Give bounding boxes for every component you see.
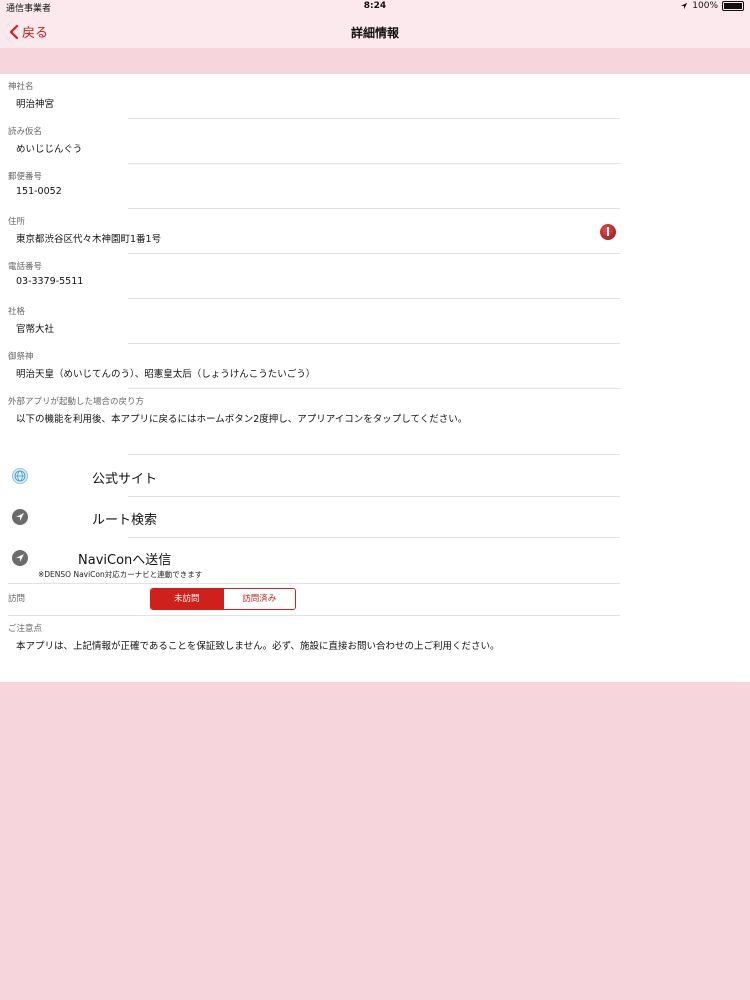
location-arrow-icon [681,2,688,10]
official-site-row[interactable]: 公式サイト [0,456,750,496]
battery-icon [722,1,744,11]
map-pin-icon[interactable] [600,224,616,240]
field-label: 電話番号 [8,262,43,272]
notice-label: ご注意点 [8,624,43,634]
field-label: 神社名 [8,82,34,92]
status-bar: 通信事業者 8:24 100% [0,0,750,14]
field-postal-code: 郵便番号 151-0052 [0,164,750,209]
field-phone: 電話番号 03-3379-5511 [0,254,750,299]
navicon-label: NaviConへ送信 [78,553,172,568]
notice-section: ご注意点 本アプリは、上記情報が正確であることを保証致しません。必ず、施設に直接… [0,616,750,676]
field-value: 以下の機能を利用後、本アプリに戻るにはホームボタン2度押し、アプリアイコンをタッ… [16,414,468,425]
field-label: 郵便番号 [8,172,43,182]
field-label: 読み仮名 [8,127,43,137]
field-value[interactable]: 03-3379-5511 [16,276,83,287]
field-shrine-name: 神社名 明治神宮 [0,74,750,119]
route-search-row[interactable]: ルート検索 [0,497,750,537]
field-value: 明治天皇（めいじてんのう）、昭憲皇太后（しょうけんこうたいごう） [16,369,316,380]
navigation-arrow-icon [12,509,28,525]
navigation-arrow-icon [12,550,28,566]
field-return-instructions: 外部アプリが起動した場合の戻り方 以下の機能を利用後、本アプリに戻るにはホームボ… [0,389,750,454]
field-value: 明治神宮 [16,99,55,110]
official-site-label: 公式サイト [92,472,158,487]
field-value: 151-0052 [16,186,62,197]
globe-icon [12,468,28,484]
field-label: 外部アプリが起動した場合の戻り方 [8,397,145,407]
field-value: 東京都渋谷区代々木神園町1番1号 [16,234,162,245]
field-deities: 御祭神 明治天皇（めいじてんのう）、昭憲皇太后（しょうけんこうたいごう） [0,344,750,389]
field-label: 御祭神 [8,352,34,362]
field-value: めいじじんぐう [16,144,83,155]
divider [128,454,620,455]
empty-background [0,682,750,1000]
visit-label: 訪問 [8,594,26,604]
navicon-row[interactable]: NaviConへ送信 ※DENSO NaviCon対応カーナビと連動できます [0,538,750,583]
field-label: 社格 [8,307,26,317]
visit-segmented-control[interactable]: 未訪問 訪問済み [150,588,296,610]
notice-text: 本アプリは、上記情報が正確であることを保証致しません。必ず、施設に直接お問い合わ… [16,641,500,652]
field-label: 住所 [8,217,26,227]
header-band [0,48,750,74]
detail-content: 神社名 明治神宮 読み仮名 めいじじんぐう 郵便番号 151-0052 住所 東… [0,74,750,682]
segment-visited[interactable]: 訪問済み [222,589,295,609]
navigation-bar: 戻る 詳細情報 [0,14,750,49]
page-title: 詳細情報 [350,26,399,40]
battery-percent: 100% [692,1,718,11]
route-search-label: ルート検索 [92,513,158,528]
field-address: 住所 東京都渋谷区代々木神園町1番1号 [0,209,750,254]
navicon-note: ※DENSO NaviCon対応カーナビと連動できます [38,570,203,579]
divider [8,583,620,584]
status-right: 100% [680,1,744,11]
segment-not-visited[interactable]: 未訪問 [151,589,223,609]
field-value: 官幣大社 [16,324,55,335]
field-shrine-rank: 社格 官幣大社 [0,299,750,344]
status-time: 8:24 [363,1,387,11]
field-reading: 読み仮名 めいじじんぐう [0,119,750,164]
